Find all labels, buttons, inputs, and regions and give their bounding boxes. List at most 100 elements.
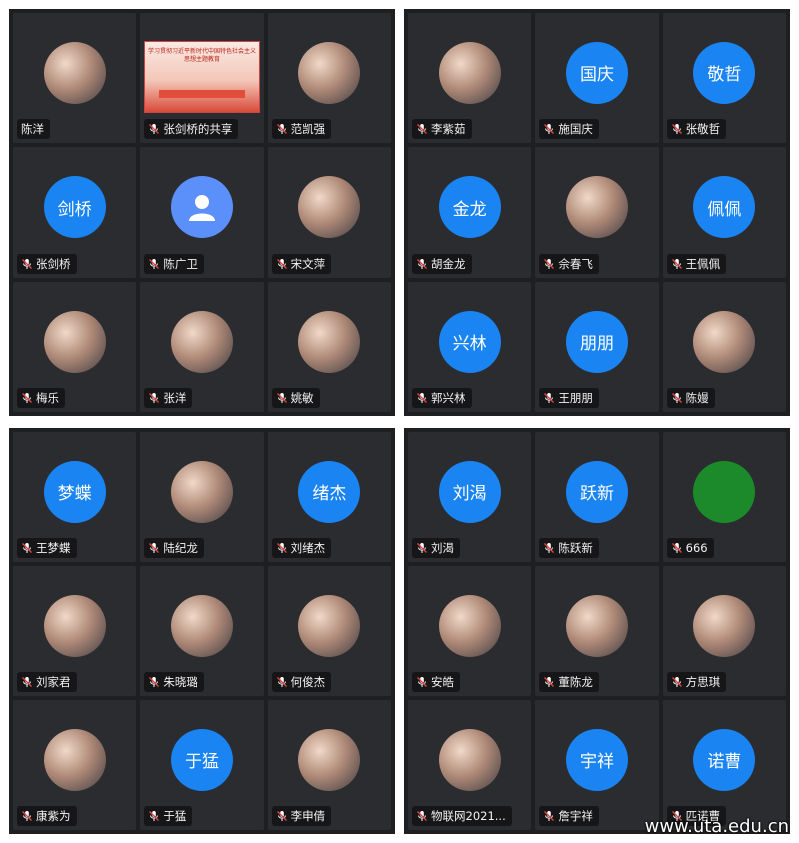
person-icon bbox=[188, 195, 215, 222]
participant-avatar bbox=[298, 176, 361, 239]
participant-name: 刘绪杰 bbox=[290, 541, 326, 555]
mic-muted-icon bbox=[149, 258, 160, 269]
participant-avatar bbox=[43, 728, 106, 791]
participant-tile[interactable]: 学习贯彻习近平新时代中国特色社会主义思想主题教育 张剑桥的共享 bbox=[140, 13, 264, 144]
participant-avatar bbox=[693, 594, 756, 657]
participant-name-tag: 王梦蝶 bbox=[17, 538, 77, 558]
participant-name-tag: 何俊杰 bbox=[271, 672, 332, 692]
participant-tile[interactable]: 绪杰 刘绪杰 bbox=[267, 432, 391, 562]
mic-muted-icon bbox=[276, 811, 287, 821]
mic-muted-icon bbox=[417, 392, 427, 403]
participant-tile[interactable]: 李申倩 bbox=[267, 700, 391, 830]
participant-name: 范凯强 bbox=[290, 122, 326, 137]
participant-tile[interactable]: 陈洋 bbox=[13, 13, 137, 144]
participant-name-tag: 王朋朋 bbox=[539, 387, 599, 408]
participant-tile[interactable]: 梅乐 bbox=[13, 281, 137, 412]
participant-name-tag: 于猛 bbox=[144, 806, 193, 826]
participant-tile[interactable]: 宇祥 詹宇祥 bbox=[535, 700, 659, 830]
participant-name: 物联网2021... bbox=[431, 809, 506, 823]
participant-name-tag: 李申倩 bbox=[271, 806, 332, 826]
participant-tile[interactable]: 陆纪龙 bbox=[140, 432, 264, 562]
participant-tile[interactable]: 敬哲张敬哲 bbox=[662, 13, 786, 144]
participant-tile[interactable]: 康紫为 bbox=[13, 700, 137, 830]
participant-tile[interactable]: 兴林 郭兴林 bbox=[408, 281, 532, 412]
participant-tile[interactable]: 范凯强 bbox=[267, 13, 391, 144]
participant-tile[interactable]: 陈嫚 bbox=[662, 281, 786, 412]
participant-name-tag: 陈广卫 bbox=[144, 253, 204, 274]
participant-name: 陈嫚 bbox=[685, 390, 709, 405]
participant-tile[interactable]: 佩佩王佩佩 bbox=[662, 147, 786, 278]
participant-tile[interactable]: 李紫茹 bbox=[408, 13, 532, 144]
participant-avatar bbox=[565, 176, 628, 239]
participant-avatar: 佩佩 bbox=[693, 176, 756, 239]
participant-tile[interactable]: 剑桥 张剑桥 bbox=[13, 147, 137, 278]
participant-tile[interactable]: 诺曹 匹诺曹 bbox=[662, 700, 786, 830]
participant-avatar bbox=[170, 594, 233, 657]
mic-muted-icon bbox=[276, 543, 287, 553]
participant-tile[interactable]: 陈广卫 bbox=[140, 147, 264, 278]
mic-muted-icon bbox=[671, 543, 682, 553]
participant-name-tag: 666 bbox=[666, 538, 714, 558]
participant-tile[interactable]: 国庆 施国庆 bbox=[535, 13, 659, 144]
participant-name: 王佩佩 bbox=[685, 256, 721, 271]
mic-muted-icon bbox=[149, 677, 160, 687]
participant-name: 陈广卫 bbox=[163, 256, 198, 271]
mic-muted-icon bbox=[544, 392, 555, 403]
participant-tile[interactable]: 姚敏 bbox=[267, 281, 391, 412]
participant-name-tag: 梅乐 bbox=[17, 387, 65, 408]
participant-tile[interactable]: 刘渴 刘渴 bbox=[408, 432, 532, 562]
mic-muted-icon bbox=[417, 677, 427, 687]
participant-tile[interactable]: 何俊杰 bbox=[267, 566, 391, 696]
participant-name-tag: 詹宇祥 bbox=[539, 806, 599, 826]
participant-avatar: 朋朋 bbox=[565, 310, 628, 373]
participant-tile[interactable]: 梦蝶 王梦蝶 bbox=[13, 432, 137, 562]
participant-name: 李申倩 bbox=[290, 809, 326, 823]
mic-muted-icon bbox=[544, 124, 555, 135]
participant-tile[interactable]: 刘家君 bbox=[13, 566, 137, 696]
shared-screen-title: 学习贯彻习近平新时代中国特色社会主义思想主题教育 bbox=[147, 48, 256, 63]
participant-avatar: 剑桥 bbox=[43, 176, 106, 239]
participant-tile[interactable]: 666 bbox=[662, 432, 786, 562]
participant-name: 陈洋 bbox=[21, 122, 44, 137]
participant-tile[interactable]: 朋朋王朋朋 bbox=[535, 281, 659, 412]
mic-muted-icon bbox=[544, 677, 555, 687]
participant-avatar: 诺曹 bbox=[693, 728, 756, 791]
participant-name-tag: 陈嫚 bbox=[666, 387, 715, 408]
participant-tile[interactable]: 宋文萍 bbox=[267, 147, 391, 278]
participant-name-tag: 刘渴 bbox=[412, 538, 460, 558]
participant-tile[interactable]: 金龙 胡金龙 bbox=[408, 147, 532, 278]
participant-name-tag: 董陈龙 bbox=[539, 672, 599, 692]
participant-avatar bbox=[170, 176, 233, 239]
participant-avatar: 金龙 bbox=[438, 176, 501, 239]
shared-screen-banner bbox=[159, 90, 245, 98]
participant-tile[interactable]: 于猛 于猛 bbox=[140, 700, 264, 830]
participant-name: 董陈龙 bbox=[558, 675, 593, 689]
mic-muted-icon bbox=[671, 258, 682, 269]
participant-tile[interactable]: 佘春飞 bbox=[535, 147, 659, 278]
mic-muted-icon bbox=[22, 543, 32, 553]
participant-tile[interactable]: 跃新 陈跃新 bbox=[535, 432, 659, 562]
participant-tile[interactable]: 张洋 bbox=[140, 281, 264, 412]
participant-tile[interactable]: 董陈龙 bbox=[535, 566, 659, 696]
mic-muted-icon bbox=[22, 258, 32, 269]
participant-avatar: 敬哲 bbox=[693, 41, 756, 104]
participant-name-tag: 宋文萍 bbox=[271, 253, 332, 274]
participant-tile[interactable]: 安皓 bbox=[408, 566, 532, 696]
mic-muted-icon bbox=[149, 811, 160, 821]
shared-screen-thumbnail[interactable]: 学习贯彻习近平新时代中国特色社会主义思想主题教育 bbox=[144, 41, 260, 113]
participant-name-tag: 安皓 bbox=[412, 672, 460, 692]
participant-name-tag: 刘绪杰 bbox=[271, 538, 332, 558]
participant-name: 王朋朋 bbox=[558, 390, 593, 405]
participant-tile[interactable]: 方思琪 bbox=[662, 566, 786, 696]
participant-name-tag: 物联网2021... bbox=[412, 806, 512, 826]
participant-tile[interactable]: 物联网2021... bbox=[408, 700, 532, 830]
participant-name-tag: 张敬哲 bbox=[666, 119, 727, 140]
participant-name: 刘家君 bbox=[36, 675, 71, 689]
participant-name: 刘渴 bbox=[431, 541, 454, 555]
participant-avatar bbox=[298, 41, 361, 104]
participant-tile[interactable]: 朱晓璐 bbox=[140, 566, 264, 696]
participant-avatar bbox=[298, 728, 361, 791]
participant-name-tag: 佘春飞 bbox=[539, 253, 599, 274]
mic-muted-icon bbox=[671, 124, 682, 135]
participant-name: 王梦蝶 bbox=[36, 541, 71, 555]
